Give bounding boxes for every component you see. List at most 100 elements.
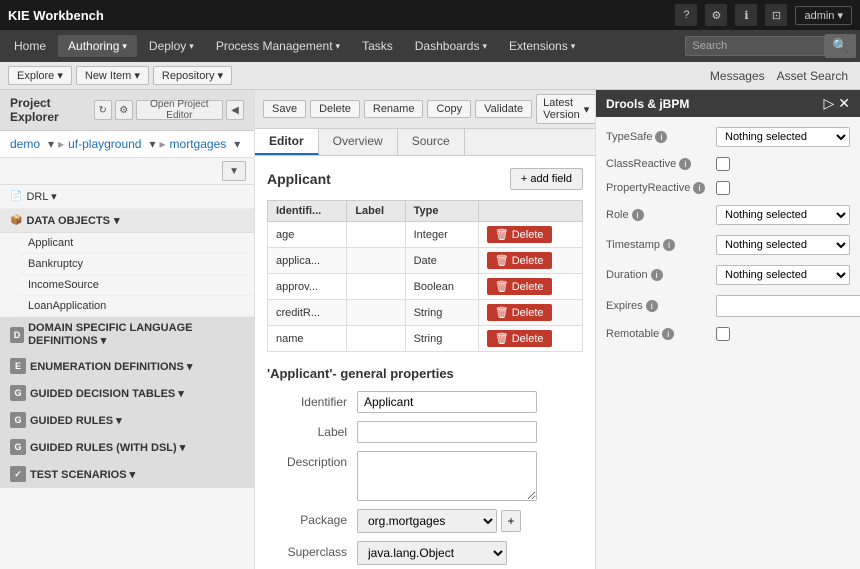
expires-info-icon[interactable]: i [646,300,658,312]
project-explorer-header: Project Explorer ↻ ⚙ Open Project Editor… [0,90,254,131]
save-button[interactable]: Save [263,100,306,118]
asset-search-link[interactable]: Asset Search [773,67,852,85]
role-label: Role i [606,209,716,221]
menu-process-management[interactable]: Process Management▾ [206,35,350,57]
right-panel-expand-button[interactable]: ▷ [823,95,834,112]
row-id-approv: approv... [268,274,347,300]
breadcrumb-demo[interactable]: demo [10,137,40,151]
help-button[interactable]: ? [675,4,697,26]
row-type-applica: Date [405,248,478,274]
refresh-button[interactable]: ↻ [94,100,112,120]
add-field-button[interactable]: + add field [510,168,583,190]
prop-row-remotable: Remotable i [606,327,850,341]
menu-tasks[interactable]: Tasks [352,35,403,57]
search-input[interactable] [685,36,825,56]
playground-arrow[interactable]: ▾ [149,137,155,151]
identifier-input[interactable] [357,391,537,413]
version-selector[interactable]: Latest Version ▾ [536,94,595,124]
rename-button[interactable]: Rename [364,100,424,118]
gr-label: GUIDED RULES ▾ [30,414,122,427]
explore-btn[interactable]: Explore ▾ [8,66,72,85]
gr-header[interactable]: G GUIDED RULES ▾ [0,407,254,433]
copy-button[interactable]: Copy [427,100,471,118]
settings-sidebar-button[interactable]: ⚙ [115,100,133,120]
role-select[interactable]: Nothing selected [716,205,850,225]
tab-editor[interactable]: Editor [255,129,319,155]
list-item-applicant[interactable]: Applicant [20,233,254,254]
package-add-button[interactable]: + [501,510,521,532]
data-objects-header[interactable]: 📦 DATA OBJECTS ▾ [0,209,254,233]
duration-select[interactable]: Nothing selected [716,265,850,285]
superclass-select[interactable]: java.lang.Object [357,541,507,565]
dsl-header[interactable]: D DOMAIN SPECIFIC LANGUAGE DEFINITIONS ▾ [0,317,254,352]
timestamp-select[interactable]: Nothing selected [716,235,850,255]
expires-input[interactable] [716,295,860,317]
row-action-approv: 🗑 Delete [478,274,582,300]
typesafe-info-icon[interactable]: i [655,131,667,143]
admin-menu-button[interactable]: admin ▾ [795,6,852,25]
info-button[interactable]: ℹ [735,4,757,26]
drl-toggle[interactable]: 📄 DRL ▾ [0,185,254,209]
description-textarea[interactable] [357,451,537,501]
project-explorer-label: Project Explorer [10,96,94,124]
menu-authoring[interactable]: Authoring▾ [58,35,137,57]
typesafe-select[interactable]: Nothing selected [716,127,850,147]
right-panel: Drools & jBPM ▷ ✕ TypeSafe i Nothing sel… [595,90,860,569]
delete-name-button[interactable]: 🗑 Delete [487,330,552,347]
demo-arrow[interactable]: ▾ [48,137,54,151]
grdsl-header[interactable]: G GUIDED RULES (WITH DSL) ▾ [0,434,254,460]
expand-all-button[interactable]: ▼ [222,161,246,181]
row-type-name: String [405,326,478,352]
label-input[interactable] [357,421,537,443]
list-item-incomesource[interactable]: IncomeSource [20,275,254,296]
prop-row-duration: Duration i Nothing selected [606,265,850,285]
delete-applica-button[interactable]: 🗑 Delete [487,252,552,269]
delete-age-button[interactable]: 🗑 Delete [487,226,552,243]
delete-toolbar-button[interactable]: Delete [310,100,360,118]
classreactive-info-icon[interactable]: i [679,158,691,170]
tab-overview[interactable]: Overview [319,129,398,155]
repository-btn[interactable]: Repository ▾ [153,66,232,85]
list-item-loanapplication[interactable]: LoanApplication [20,296,254,317]
delete-creditr-button[interactable]: 🗑 Delete [487,304,552,321]
window-button[interactable]: ⊡ [765,4,787,26]
gr-section: G GUIDED RULES ▾ [0,407,254,434]
role-info-icon[interactable]: i [632,209,644,221]
menu-home[interactable]: Home [4,35,56,57]
timestamp-info-icon[interactable]: i [663,239,675,251]
dsl-label: DOMAIN SPECIFIC LANGUAGE DEFINITIONS ▾ [28,322,244,347]
open-project-editor-button[interactable]: Open Project Editor [136,100,223,120]
settings-button[interactable]: ⚙ [705,4,727,26]
menu-extensions[interactable]: Extensions▾ [499,35,585,57]
menu-deploy[interactable]: Deploy▾ [139,35,204,57]
duration-info-icon[interactable]: i [651,269,663,281]
breadcrumb-playground[interactable]: uf-playground [68,137,141,151]
row-action-name: 🗑 Delete [478,326,582,352]
messages-link[interactable]: Messages [706,67,769,85]
form-row-description: Description [267,451,583,501]
propertyreactive-checkbox[interactable] [716,181,730,195]
breadcrumb-mortgages[interactable]: mortgages [170,137,227,151]
propertyreactive-info-icon[interactable]: i [693,182,705,194]
row-id-age: age [268,222,347,248]
menu-dashboards[interactable]: Dashboards▾ [405,35,497,57]
classreactive-checkbox[interactable] [716,157,730,171]
new-item-btn[interactable]: New Item ▾ [76,66,149,85]
enum-header[interactable]: E ENUMERATION DEFINITIONS ▾ [0,353,254,379]
right-panel-close-button[interactable]: ✕ [838,95,850,112]
search-button[interactable]: 🔍 [825,34,856,58]
ts-header[interactable]: ✓ TEST SCENARIOS ▾ [0,461,254,487]
list-item-bankruptcy[interactable]: Bankruptcy [20,254,254,275]
gdt-header[interactable]: G GUIDED DECISION TABLES ▾ [0,380,254,406]
tab-source[interactable]: Source [398,129,465,155]
mortgages-arrow[interactable]: ▾ [234,137,240,151]
validate-button[interactable]: Validate [475,100,532,118]
dsl-icon: D [10,327,24,343]
row-id-creditr: creditR... [268,300,347,326]
remotable-checkbox[interactable] [716,327,730,341]
package-select[interactable]: org.mortgages [357,509,497,533]
remotable-info-icon[interactable]: i [662,328,674,340]
delete-approv-button[interactable]: 🗑 Delete [487,278,552,295]
ts-section: ✓ TEST SCENARIOS ▾ [0,461,254,488]
sidebar-collapse-button[interactable]: ◀ [226,100,244,120]
